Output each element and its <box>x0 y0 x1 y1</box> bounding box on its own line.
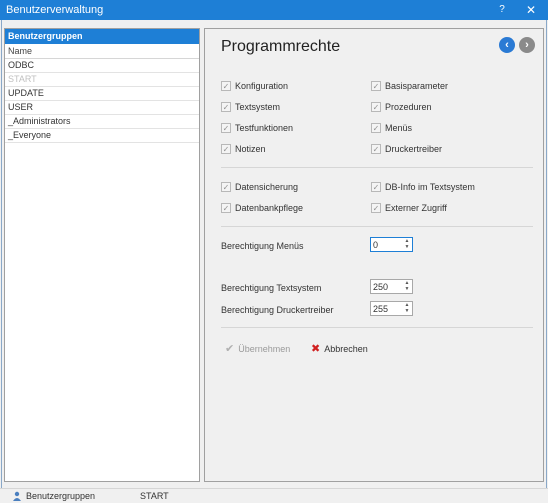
berechtigung-menus-stepper[interactable]: 0 ▲ ▼ <box>370 237 413 252</box>
page-title: Programmrechte <box>221 38 341 55</box>
check-icon: ✓ <box>371 144 381 154</box>
status-user-groups[interactable]: Benutzergruppen <box>12 491 95 501</box>
spin-arrows-icon[interactable]: ▲ ▼ <box>404 280 410 292</box>
status-current-group: START <box>140 491 169 501</box>
checkbox-basisparameter[interactable]: ✓ Basisparameter <box>371 80 448 92</box>
check-icon: ✓ <box>221 182 231 192</box>
arrow-left-circle-icon[interactable]: ‹ <box>499 37 515 53</box>
checkbox-druckertreiber[interactable]: ✓ Druckertreiber <box>371 143 442 155</box>
group-row-everyone[interactable]: _Everyone <box>5 129 199 143</box>
users-icon <box>13 491 21 501</box>
group-row-update[interactable]: UPDATE <box>5 87 199 101</box>
close-x-icon: ✖ <box>311 343 321 355</box>
check-icon: ✓ <box>371 182 381 192</box>
help-button[interactable]: ? <box>494 3 510 17</box>
divider <box>221 167 533 168</box>
checkbox-db-info[interactable]: ✓ DB-Info im Textsystem <box>371 181 475 193</box>
status-bar: Benutzergruppen START <box>0 488 548 503</box>
checkbox-konfiguration[interactable]: ✓ Konfiguration <box>221 80 288 92</box>
check-icon: ✓ <box>371 81 381 91</box>
divider <box>221 327 533 328</box>
program-rights-panel: Programmrechte ‹ › ✓ Konfiguration ✓ Bas… <box>204 28 544 482</box>
checkbox-datenbankpflege[interactable]: ✓ Datenbankpflege <box>221 202 303 214</box>
group-row-administrators[interactable]: _Administrators <box>5 115 199 129</box>
group-row-user[interactable]: USER <box>5 101 199 115</box>
user-groups-header: Benutzergruppen <box>5 29 199 44</box>
berechtigung-druckertreiber-label: Berechtigung Druckertreiber <box>221 305 334 315</box>
berechtigung-textsystem-stepper[interactable]: 250 ▲ ▼ <box>370 279 413 294</box>
check-icon: ✓ <box>221 144 231 154</box>
checkbox-textsystem[interactable]: ✓ Textsystem <box>221 101 280 113</box>
name-column-header[interactable]: Name <box>5 44 199 59</box>
checkmark-icon: ✔ <box>225 343 235 355</box>
divider <box>221 226 533 227</box>
spin-arrows-icon[interactable]: ▲ ▼ <box>404 302 410 314</box>
arrow-right-circle-icon[interactable]: › <box>519 37 535 53</box>
title-bar: Benutzerverwaltung ? ✕ <box>0 0 548 20</box>
check-icon: ✓ <box>221 123 231 133</box>
check-icon: ✓ <box>221 102 231 112</box>
berechtigung-textsystem-label: Berechtigung Textsystem <box>221 283 322 293</box>
checkbox-prozeduren[interactable]: ✓ Prozeduren <box>371 101 432 113</box>
checkbox-externer-zugriff[interactable]: ✓ Externer Zugriff <box>371 202 447 214</box>
check-icon: ✓ <box>371 203 381 213</box>
user-groups-panel: Benutzergruppen Name ODBC START UPDATE U… <box>4 28 200 482</box>
check-icon: ✓ <box>221 203 231 213</box>
berechtigung-druckertreiber-stepper[interactable]: 255 ▲ ▼ <box>370 301 413 316</box>
check-icon: ✓ <box>371 123 381 133</box>
spin-arrows-icon[interactable]: ▲ ▼ <box>404 238 410 250</box>
group-row-start[interactable]: START <box>5 73 199 87</box>
checkbox-notizen[interactable]: ✓ Notizen <box>221 143 266 155</box>
check-icon: ✓ <box>371 102 381 112</box>
checkbox-menus[interactable]: ✓ Menüs <box>371 122 412 134</box>
check-icon: ✓ <box>221 81 231 91</box>
checkbox-testfunktionen[interactable]: ✓ Testfunktionen <box>221 122 293 134</box>
close-button[interactable]: ✕ <box>523 3 539 17</box>
berechtigung-menus-label: Berechtigung Menüs <box>221 241 304 251</box>
cancel-button[interactable]: ✖ Abbrechen <box>311 342 368 355</box>
checkbox-datensicherung[interactable]: ✓ Datensicherung <box>221 181 298 193</box>
window-title: Benutzerverwaltung <box>6 4 104 16</box>
apply-button[interactable]: ✔ Übernehmen <box>225 342 290 355</box>
group-row-odbc[interactable]: ODBC <box>5 59 199 73</box>
